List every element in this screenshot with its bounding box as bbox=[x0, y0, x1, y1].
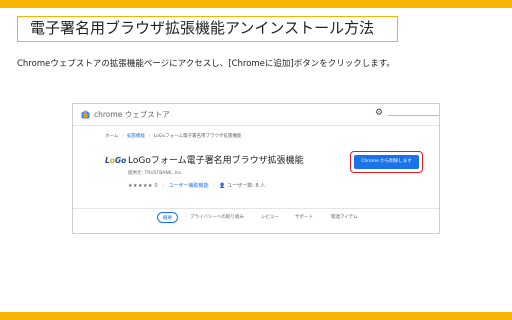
breadcrumb-extensions[interactable]: 拡張機能 bbox=[127, 134, 145, 139]
slide-description: Chromeウェブストアの拡張機能ページにアクセスし、[Chromeに追加]ボタ… bbox=[17, 59, 395, 69]
slide-title: 電子署名用ブラウザ拡張機能アンインストール方法 bbox=[17, 16, 398, 42]
tab-privacy[interactable]: プライバシーへの取り組み bbox=[190, 214, 244, 220]
user-icon: 👤 bbox=[219, 183, 226, 189]
rating-stars-icon: ★★★★★ bbox=[128, 183, 153, 189]
breadcrumb-current: LoGoフォーム電子署名用ブラウザ拡張機能 bbox=[153, 134, 242, 139]
tab-overview[interactable]: 概要 bbox=[157, 212, 178, 223]
top-accent-bar bbox=[0, 0, 512, 8]
meta-divider: | bbox=[162, 183, 164, 189]
breadcrumb-home[interactable]: ホーム bbox=[105, 134, 118, 139]
account-area[interactable] bbox=[388, 115, 439, 116]
store-name[interactable]: chrome ウェブストア bbox=[94, 109, 170, 120]
rating-count[interactable]: 0 bbox=[155, 183, 158, 189]
category-link[interactable]: ユーザー補助機能 bbox=[169, 183, 209, 189]
meta-divider: | bbox=[213, 183, 215, 189]
user-count: ユーザー数: 8 人 bbox=[227, 183, 266, 189]
extension-provider[interactable]: 提供元: TRUSTBANK, Inc. bbox=[128, 170, 183, 176]
store-screenshot: chrome ウェブストア ⚙ ホーム › 拡張機能 › LoGoフォーム電子署… bbox=[72, 103, 440, 234]
bottom-accent-bar bbox=[0, 312, 512, 320]
gear-icon[interactable]: ⚙ bbox=[375, 108, 383, 118]
tab-reviews[interactable]: レビュー bbox=[261, 214, 279, 220]
extension-name: LoGoフォーム電子署名用ブラウザ拡張機能 bbox=[128, 156, 304, 166]
breadcrumb: ホーム › 拡張機能 › LoGoフォーム電子署名用ブラウザ拡張機能 bbox=[105, 133, 242, 139]
breadcrumb-separator: › bbox=[121, 134, 124, 139]
extension-logo: LoGo bbox=[105, 156, 127, 165]
store-header: chrome ウェブストア ⚙ bbox=[73, 104, 439, 126]
remove-from-chrome-button[interactable]: Chrome から削除します bbox=[354, 155, 419, 169]
tab-related[interactable]: 関連アイテム bbox=[331, 214, 358, 220]
tab-support[interactable]: サポート bbox=[295, 214, 313, 220]
extension-meta: ★★★★★ 0 | ユーザー補助機能 | 👤 ユーザー数: 8 人 bbox=[128, 182, 265, 189]
chrome-web-store-icon bbox=[81, 110, 90, 119]
breadcrumb-separator: › bbox=[148, 134, 151, 139]
tabs-divider bbox=[73, 208, 439, 209]
